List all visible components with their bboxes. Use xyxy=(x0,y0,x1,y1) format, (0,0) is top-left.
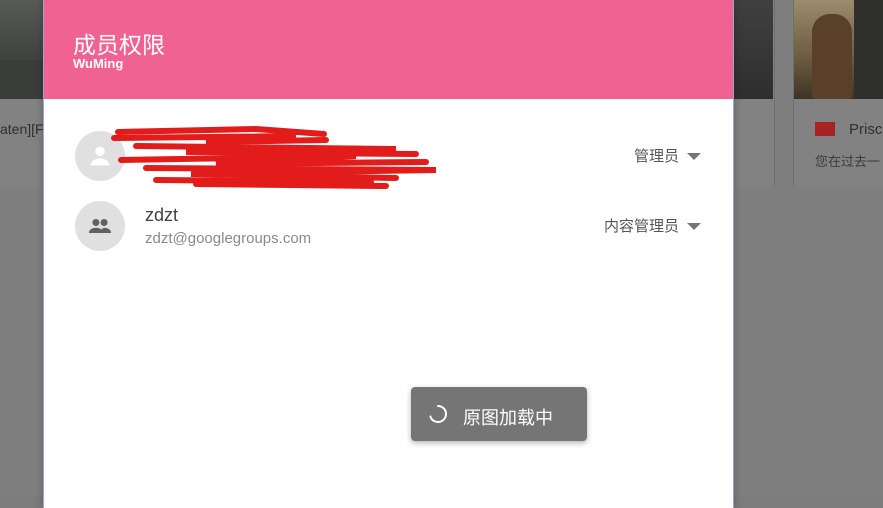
toast-text: 原图加载中 xyxy=(463,408,553,428)
role-dropdown[interactable]: 内容管理员 xyxy=(604,215,701,236)
role-label: 管理员 xyxy=(633,148,679,165)
movie-icon xyxy=(815,122,835,136)
role-label: 内容管理员 xyxy=(603,218,679,235)
card-title: Prisc xyxy=(849,121,883,138)
thumbnail-person xyxy=(812,14,852,99)
thumbnail-shadow xyxy=(854,0,883,99)
redaction-scribble xyxy=(111,125,437,189)
chevron-down-icon xyxy=(687,223,701,230)
card-thumbnail-top xyxy=(0,0,43,60)
dialog-subtitle: WuMing xyxy=(73,56,124,71)
member-email: zdzt@googlegroups.com xyxy=(145,230,312,247)
background-card-middle[interactable] xyxy=(733,0,775,188)
member-permissions-dialog: 成员权限 WuMing 管理员 zdzt zdzt@googlegroups.c… xyxy=(43,0,734,508)
group-icon xyxy=(88,219,112,233)
member-avatar xyxy=(75,201,125,251)
background-card-right[interactable]: Prisc 您在过去一 xyxy=(793,0,883,188)
loading-toast: 原图加载中 xyxy=(411,387,587,441)
dialog-header: 成员权限 WuMing xyxy=(44,0,733,99)
loading-spinner-icon xyxy=(429,405,447,423)
member-name: zdzt xyxy=(145,205,179,225)
member-row: zdzt zdzt@googlegroups.com 内容管理员 xyxy=(44,201,733,263)
dialog-title: 成员权限 xyxy=(73,32,165,58)
role-dropdown[interactable]: 管理员 xyxy=(634,145,701,166)
chevron-down-icon xyxy=(687,153,701,160)
card-thumbnail xyxy=(733,0,773,99)
card-title: aten][F xyxy=(0,121,44,137)
card-subtitle: 您在过去一 xyxy=(815,154,881,169)
